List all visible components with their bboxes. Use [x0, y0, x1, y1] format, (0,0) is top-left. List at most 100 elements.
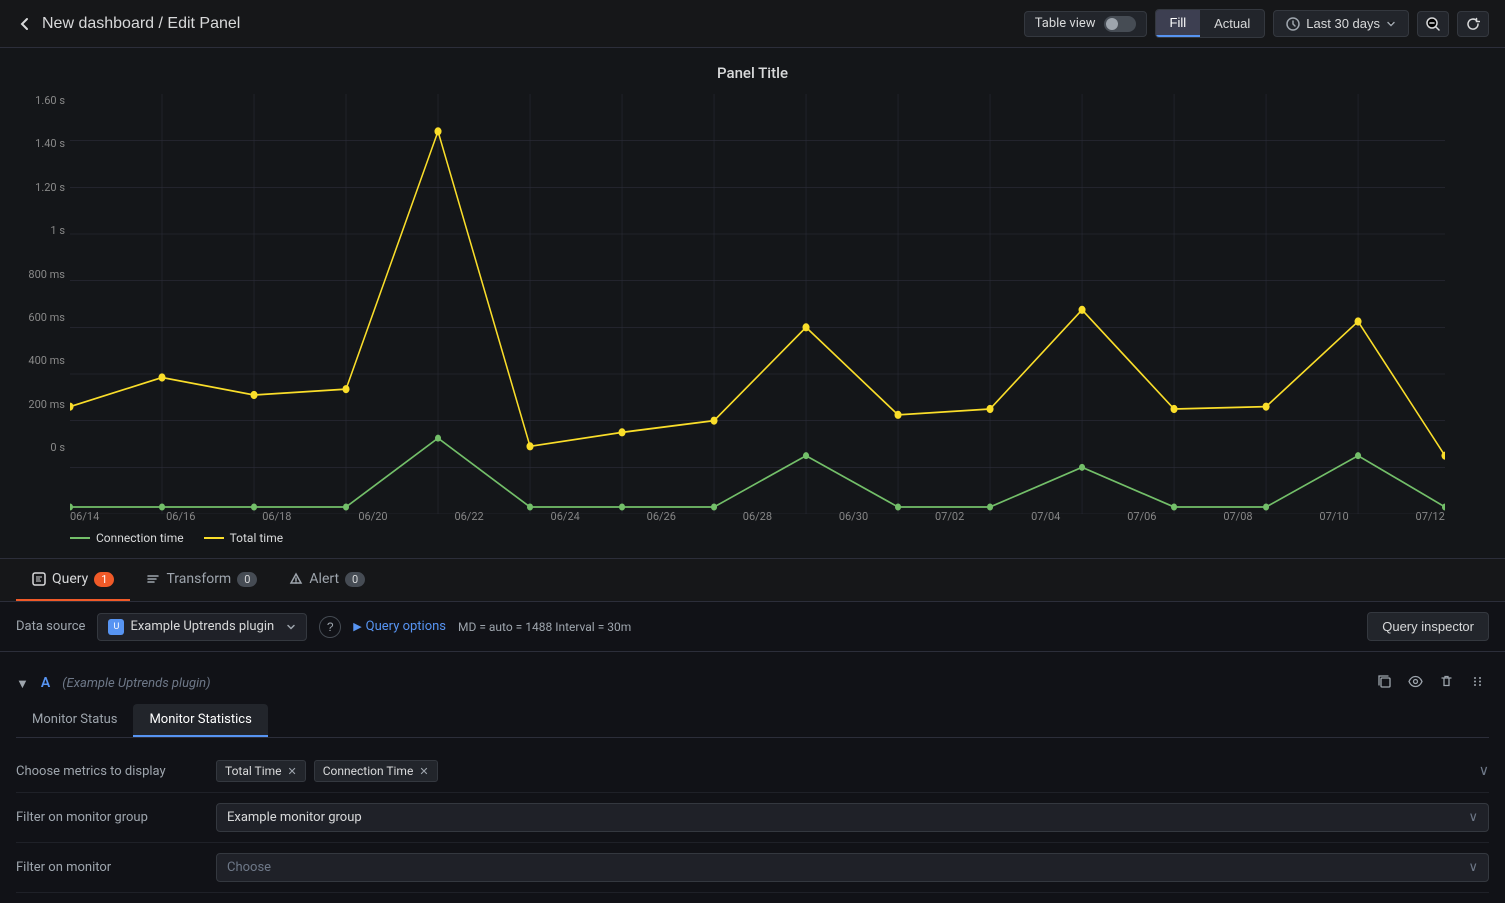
y-label-800ms: 800 ms: [0, 268, 65, 281]
chevron-down-icon: [1386, 19, 1396, 29]
query-id-label: A: [41, 675, 50, 691]
legend-connection-time: Connection time: [70, 531, 184, 545]
query-options-bar: Data source U Example Uptrends plugin ? …: [0, 602, 1505, 652]
legend-total-time-line: [204, 537, 224, 539]
tab-query-label: Query: [52, 571, 88, 587]
legend-connection-time-label: Connection time: [96, 531, 184, 545]
monitor-group-filter-label: Filter on monitor group: [16, 810, 216, 825]
refresh-icon: [1466, 17, 1480, 31]
datasource-name: Example Uptrends plugin: [130, 619, 274, 634]
legend-connection-time-line: [70, 537, 90, 539]
query-plugin-name: (Example Uptrends plugin): [62, 676, 210, 691]
metric-tag-total-time-label: Total Time: [225, 764, 282, 778]
monitor-chevron-icon: ∨: [1468, 860, 1478, 875]
metrics-value: Total Time ✕ Connection Time ✕ ∨: [216, 760, 1489, 782]
top-bar: New dashboard / Edit Panel Table view Fi…: [0, 0, 1505, 48]
time-range-button[interactable]: Last 30 days: [1273, 10, 1409, 37]
tab-bar: Query 1 Transform 0 Alert 0: [0, 559, 1505, 602]
tab-transform-label: Transform: [166, 571, 231, 587]
zoom-out-icon: [1426, 17, 1440, 31]
tab-alert-label: Alert: [309, 571, 339, 587]
metric-tag-total-time-close[interactable]: ✕: [288, 765, 297, 778]
chart-container: 0 s 200 ms 400 ms 600 ms 800 ms 1 s 1.20…: [0, 94, 1505, 514]
chart-svg: [70, 94, 1445, 514]
y-label-0s: 0 s: [0, 441, 65, 454]
y-label-600ms: 600 ms: [0, 311, 65, 324]
fill-actual-group: Fill Actual: [1155, 9, 1266, 38]
query-inspector-button[interactable]: Query inspector: [1367, 612, 1489, 641]
actual-button[interactable]: Actual: [1200, 10, 1264, 37]
y-label-120s: 1.20 s: [0, 181, 65, 194]
monitor-filter-label: Filter on monitor: [16, 860, 216, 875]
query-options-meta: MD = auto = 1488 Interval = 30m: [458, 620, 631, 634]
sub-tab-bar: Monitor Status Monitor Statistics: [16, 704, 1489, 738]
form-row-monitor: Filter on monitor Choose ∨: [16, 843, 1489, 893]
sub-tab-monitor-statistics-label: Monitor Statistics: [149, 712, 251, 727]
form-row-monitor-group: Filter on monitor group Example monitor …: [16, 793, 1489, 843]
query-block: ▼ A (Example Uptrends plugin): [0, 652, 1505, 903]
metrics-label: Choose metrics to display: [16, 764, 216, 779]
metric-tag-total-time: Total Time ✕: [216, 760, 306, 782]
metrics-expand-icon: ∨: [1479, 763, 1489, 779]
table-view-knob[interactable]: [1104, 16, 1136, 32]
monitor-placeholder: Choose: [227, 860, 271, 875]
back-button[interactable]: New dashboard / Edit Panel: [16, 15, 240, 33]
table-view-toggle[interactable]: Table view: [1024, 11, 1147, 37]
metric-tag-connection-time: Connection Time ✕: [314, 760, 438, 782]
monitor-group-chevron-icon: ∨: [1468, 810, 1478, 825]
copy-query-button[interactable]: [1373, 670, 1396, 696]
monitor-group-value: Example monitor group: [227, 810, 362, 825]
toolbar-right: Table view Fill Actual Last 30 days: [1024, 9, 1489, 38]
eye-icon: [1408, 674, 1423, 689]
tab-query-badge: 1: [94, 572, 114, 587]
sub-tab-monitor-status-label: Monitor Status: [32, 712, 117, 727]
query-actions: [1373, 670, 1489, 696]
transform-icon: [146, 572, 160, 586]
drag-handle-button[interactable]: [1466, 670, 1489, 696]
chart-title: Panel Title: [0, 64, 1505, 82]
legend-total-time-label: Total time: [230, 531, 284, 545]
legend-total-time: Total time: [204, 531, 284, 545]
query-options-button[interactable]: ▶ Query options: [353, 619, 446, 634]
data-source-label: Data source: [16, 619, 85, 634]
y-label-160s: 1.60 s: [0, 94, 65, 107]
tab-transform[interactable]: Transform 0: [130, 559, 273, 601]
delete-query-button[interactable]: [1435, 670, 1458, 696]
form-row-metrics: Choose metrics to display Total Time ✕ C…: [16, 750, 1489, 793]
help-button[interactable]: ?: [319, 616, 341, 638]
toggle-visibility-button[interactable]: [1404, 670, 1427, 696]
chevron-right-icon: ▶: [353, 620, 361, 633]
metric-tag-connection-time-close[interactable]: ✕: [419, 765, 428, 778]
alert-icon: [289, 572, 303, 586]
table-view-label: Table view: [1035, 16, 1096, 31]
copy-icon: [1377, 674, 1392, 689]
refresh-button[interactable]: [1457, 11, 1489, 37]
tab-transform-badge: 0: [237, 572, 257, 587]
query-block-header: ▼ A (Example Uptrends plugin): [16, 662, 1489, 704]
datasource-chevron-icon: [286, 622, 296, 632]
tab-query[interactable]: Query 1: [16, 559, 130, 601]
chart-area: Panel Title: [0, 48, 1505, 558]
monitor-dropdown[interactable]: Choose ∨: [216, 853, 1489, 882]
trash-icon: [1439, 674, 1454, 689]
chart-legend: Connection time Total time: [0, 523, 1505, 545]
tab-alert-badge: 0: [345, 572, 365, 587]
metric-tag-connection-time-label: Connection Time: [323, 764, 414, 778]
y-label-200ms: 200 ms: [0, 398, 65, 411]
sub-tab-monitor-statistics[interactable]: Monitor Statistics: [133, 704, 267, 737]
datasource-icon: U: [108, 619, 124, 635]
tab-alert[interactable]: Alert 0: [273, 559, 381, 601]
datasource-selector[interactable]: U Example Uptrends plugin: [97, 613, 307, 641]
clock-icon: [1286, 17, 1300, 31]
collapse-button[interactable]: ▼: [16, 676, 29, 691]
y-label-400ms: 400 ms: [0, 354, 65, 367]
y-label-140s: 1.40 s: [0, 137, 65, 150]
bottom-panel: Query 1 Transform 0 Alert 0 Data source …: [0, 558, 1505, 903]
zoom-out-button[interactable]: [1417, 11, 1449, 37]
monitor-group-dropdown[interactable]: Example monitor group ∨: [216, 803, 1489, 832]
query-icon: [32, 572, 46, 586]
query-options-label: Query options: [366, 619, 446, 634]
fill-button[interactable]: Fill: [1156, 10, 1201, 37]
time-range-label: Last 30 days: [1306, 16, 1380, 31]
sub-tab-monitor-status[interactable]: Monitor Status: [16, 704, 133, 737]
